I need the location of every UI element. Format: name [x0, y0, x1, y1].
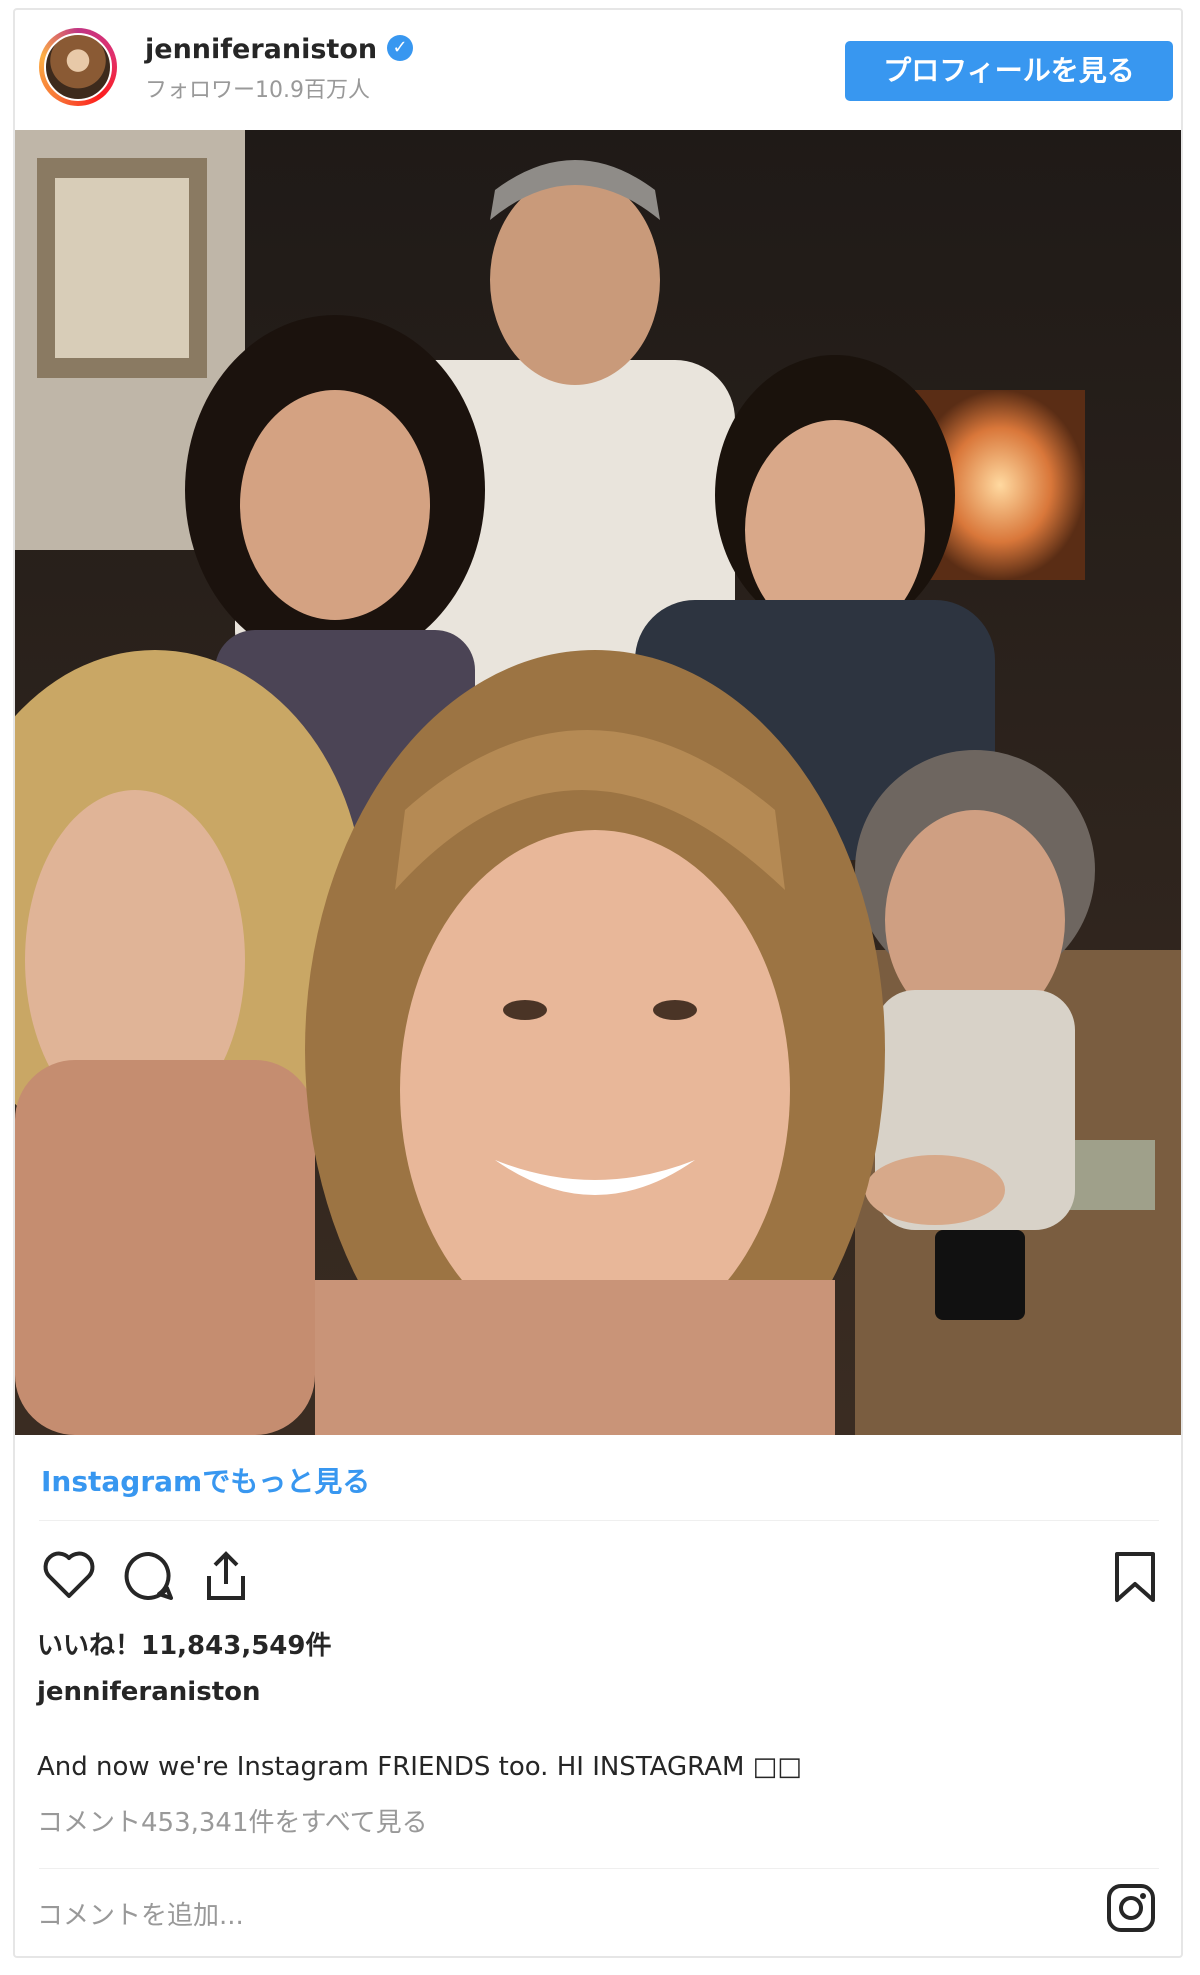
action-bar [33, 1550, 1163, 1610]
avatar[interactable] [39, 28, 117, 106]
like-count[interactable]: いいね！11,843,549件 [37, 1625, 331, 1662]
username-row[interactable]: jenniferaniston ✓ [145, 34, 414, 65]
bookmark-icon[interactable] [1113, 1550, 1157, 1608]
instagram-logo-icon[interactable] [1105, 1882, 1157, 1938]
post-header: jenniferaniston ✓ フォロワー10.9百万人 プロフィールを見る [15, 10, 1181, 130]
comment-icon[interactable] [123, 1550, 175, 1606]
follower-count: フォロワー10.9百万人 [145, 78, 370, 103]
view-more-on-instagram-link[interactable]: Instagramでもっと見る [41, 1460, 370, 1500]
caption-username[interactable]: jenniferaniston [37, 1677, 261, 1707]
post-photo[interactable] [15, 130, 1181, 1435]
add-comment-input[interactable]: コメントを追加... [37, 1895, 244, 1932]
share-icon[interactable] [201, 1550, 251, 1606]
group-selfie-photo [15, 130, 1181, 1435]
divider [39, 1520, 1159, 1521]
view-profile-button[interactable]: プロフィールを見る [845, 41, 1173, 101]
username[interactable]: jenniferaniston [145, 34, 377, 65]
heart-icon[interactable] [43, 1550, 95, 1604]
divider [39, 1868, 1159, 1869]
avatar-image [44, 33, 112, 101]
view-all-comments-link[interactable]: コメント453,341件をすべて見る [37, 1802, 428, 1839]
instagram-embed-card: jenniferaniston ✓ フォロワー10.9百万人 プロフィールを見る [13, 8, 1183, 1958]
verified-badge-icon: ✓ [387, 34, 414, 61]
caption-text: And now we're Instagram FRIENDS too. HI … [37, 1752, 802, 1782]
